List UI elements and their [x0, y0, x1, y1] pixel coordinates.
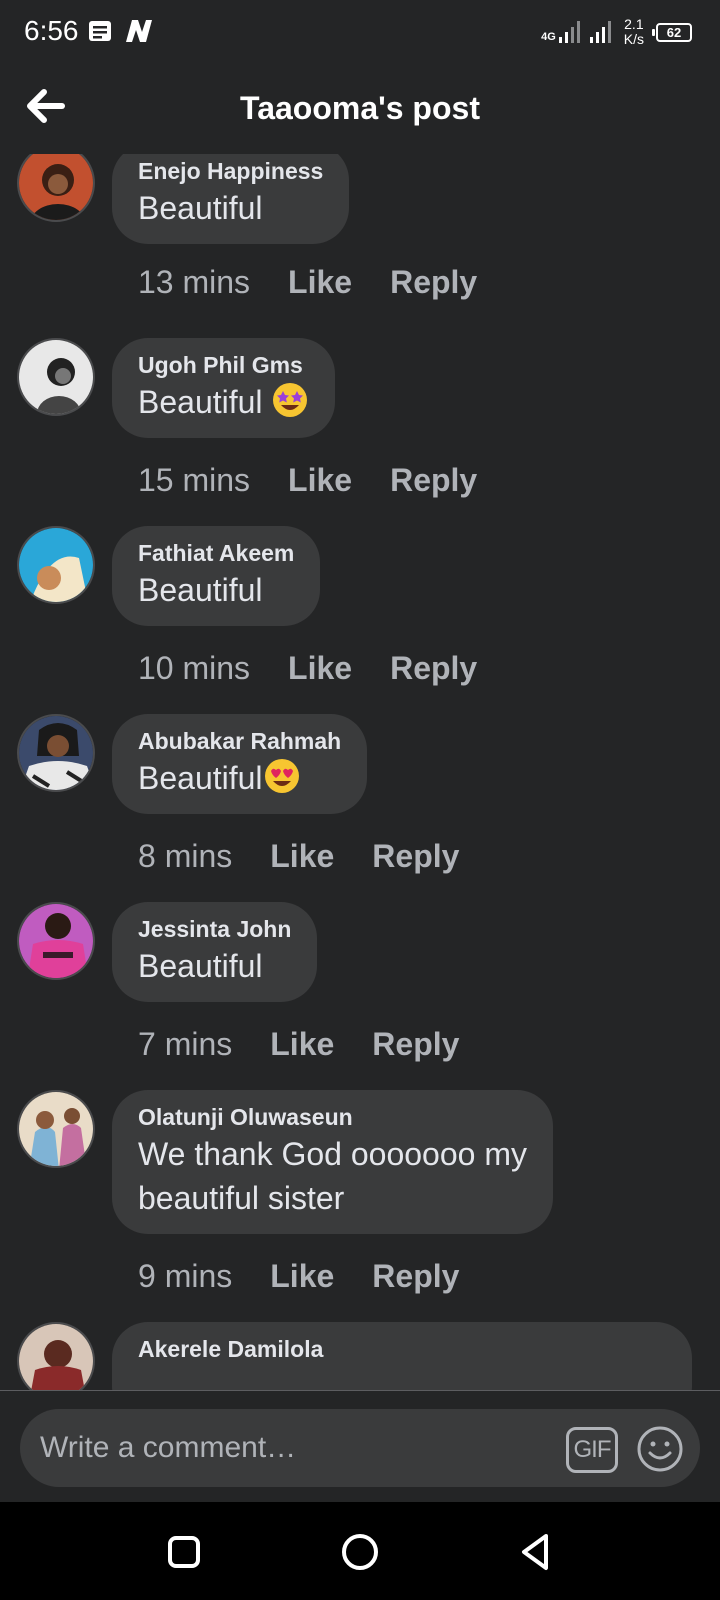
notification-n-icon: [126, 20, 152, 42]
header: Taaooma's post: [0, 64, 720, 154]
comment-time[interactable]: 15 mins: [138, 460, 250, 500]
comment-author[interactable]: Jessinta John: [138, 914, 291, 944]
status-right: 4G 2.1 K/s 62: [541, 14, 692, 50]
star-struck-emoji-icon: [273, 383, 308, 417]
comment-time[interactable]: 8 mins: [138, 836, 232, 876]
comment-bubble[interactable]: Akerele Damilola: [112, 1322, 692, 1390]
network-indicator: 4G: [541, 21, 616, 43]
comment-text-line: We thank God ooooooo my: [138, 1136, 527, 1172]
avatar[interactable]: [17, 338, 95, 416]
comment-author[interactable]: Fathiat Akeem: [138, 538, 294, 568]
avatar[interactable]: [17, 526, 95, 604]
comment-bubble[interactable]: Jessinta John Beautiful: [112, 902, 318, 1002]
comment-time[interactable]: 9 mins: [138, 1256, 232, 1296]
comment-text-body: Beautiful: [138, 760, 263, 796]
battery-level: 62: [666, 24, 682, 40]
heart-eyes-emoji-icon: [264, 759, 299, 793]
avatar[interactable]: [17, 1322, 95, 1390]
comment-author[interactable]: Enejo Happiness: [138, 156, 323, 186]
signal-icon-1: [558, 21, 580, 43]
comment-author[interactable]: Olatunji Oluwaseun: [138, 1102, 527, 1132]
network-type: 4G: [541, 31, 556, 43]
comment-text: Beautiful: [138, 190, 263, 226]
comment-time[interactable]: 10 mins: [138, 648, 250, 688]
speed-unit: K/s: [623, 31, 644, 47]
comment-text-body: Beautiful: [138, 384, 272, 420]
avatar[interactable]: [17, 714, 95, 792]
reply-button[interactable]: Reply: [390, 262, 477, 302]
battery-icon: 62: [652, 22, 692, 42]
notification-doc-icon: [89, 21, 111, 41]
network-speed: 2.1 K/s: [624, 17, 644, 47]
comment-text: Beautiful: [138, 756, 341, 800]
gif-button[interactable]: GIF: [566, 1427, 618, 1473]
emoji-picker-icon[interactable]: [636, 1425, 684, 1473]
speed-value: 2.1: [624, 16, 644, 32]
comment-composer: GIF: [0, 1390, 720, 1502]
comments-list[interactable]: Enejo Happiness Beautiful 13 mins Like R…: [0, 154, 720, 1390]
reply-button[interactable]: Reply: [390, 648, 477, 688]
reply-button[interactable]: Reply: [372, 1256, 459, 1296]
like-button[interactable]: Like: [288, 648, 352, 688]
like-button[interactable]: Like: [288, 460, 352, 500]
recent-apps-icon[interactable]: [162, 1530, 206, 1574]
comment-meta: 7 mins Like Reply: [138, 1024, 459, 1064]
comment-author[interactable]: Abubakar Rahmah: [138, 726, 341, 756]
comment-text-line: beautiful sister: [138, 1180, 345, 1216]
comment-bubble[interactable]: Ugoh Phil Gms Beautiful: [112, 338, 336, 438]
status-time: 6:56: [24, 15, 79, 46]
comment-author[interactable]: Ugoh Phil Gms: [138, 350, 309, 380]
like-button[interactable]: Like: [270, 1024, 334, 1064]
avatar[interactable]: [17, 1090, 95, 1168]
comment-meta: 13 mins Like Reply: [138, 262, 477, 302]
like-button[interactable]: Like: [288, 262, 352, 302]
back-nav-icon[interactable]: [514, 1530, 558, 1574]
comment-bubble[interactable]: Enejo Happiness Beautiful: [112, 154, 350, 244]
avatar[interactable]: [17, 154, 95, 222]
home-icon[interactable]: [338, 1530, 382, 1574]
system-nav-bar: [0, 1502, 720, 1600]
status-bar: 6:56 4G 2.1 K/s 62: [0, 0, 720, 64]
comment-bubble[interactable]: Fathiat Akeem Beautiful: [112, 526, 321, 626]
like-button[interactable]: Like: [270, 1256, 334, 1296]
signal-icon-2: [589, 21, 611, 43]
comment-time[interactable]: 7 mins: [138, 1024, 232, 1064]
comment-bubble[interactable]: Abubakar Rahmah Beautiful: [112, 714, 368, 814]
reply-button[interactable]: Reply: [372, 1024, 459, 1064]
avatar[interactable]: [17, 902, 95, 980]
comment-text: Beautiful: [138, 572, 263, 608]
comment-meta: 15 mins Like Reply: [138, 460, 477, 500]
comment-meta: 8 mins Like Reply: [138, 836, 459, 876]
reply-button[interactable]: Reply: [390, 460, 477, 500]
page-title: Taaooma's post: [240, 90, 480, 126]
comment-bubble[interactable]: Olatunji Oluwaseun We thank God ooooooo …: [112, 1090, 553, 1234]
reply-button[interactable]: Reply: [372, 836, 459, 876]
comment-text: Beautiful: [138, 948, 263, 984]
like-button[interactable]: Like: [270, 836, 334, 876]
comment-meta: 9 mins Like Reply: [138, 1256, 459, 1296]
comment-text: Beautiful: [138, 380, 309, 424]
comment-meta: 10 mins Like Reply: [138, 648, 477, 688]
comment-author[interactable]: Akerele Damilola: [138, 1334, 666, 1364]
comment-time[interactable]: 13 mins: [138, 262, 250, 302]
